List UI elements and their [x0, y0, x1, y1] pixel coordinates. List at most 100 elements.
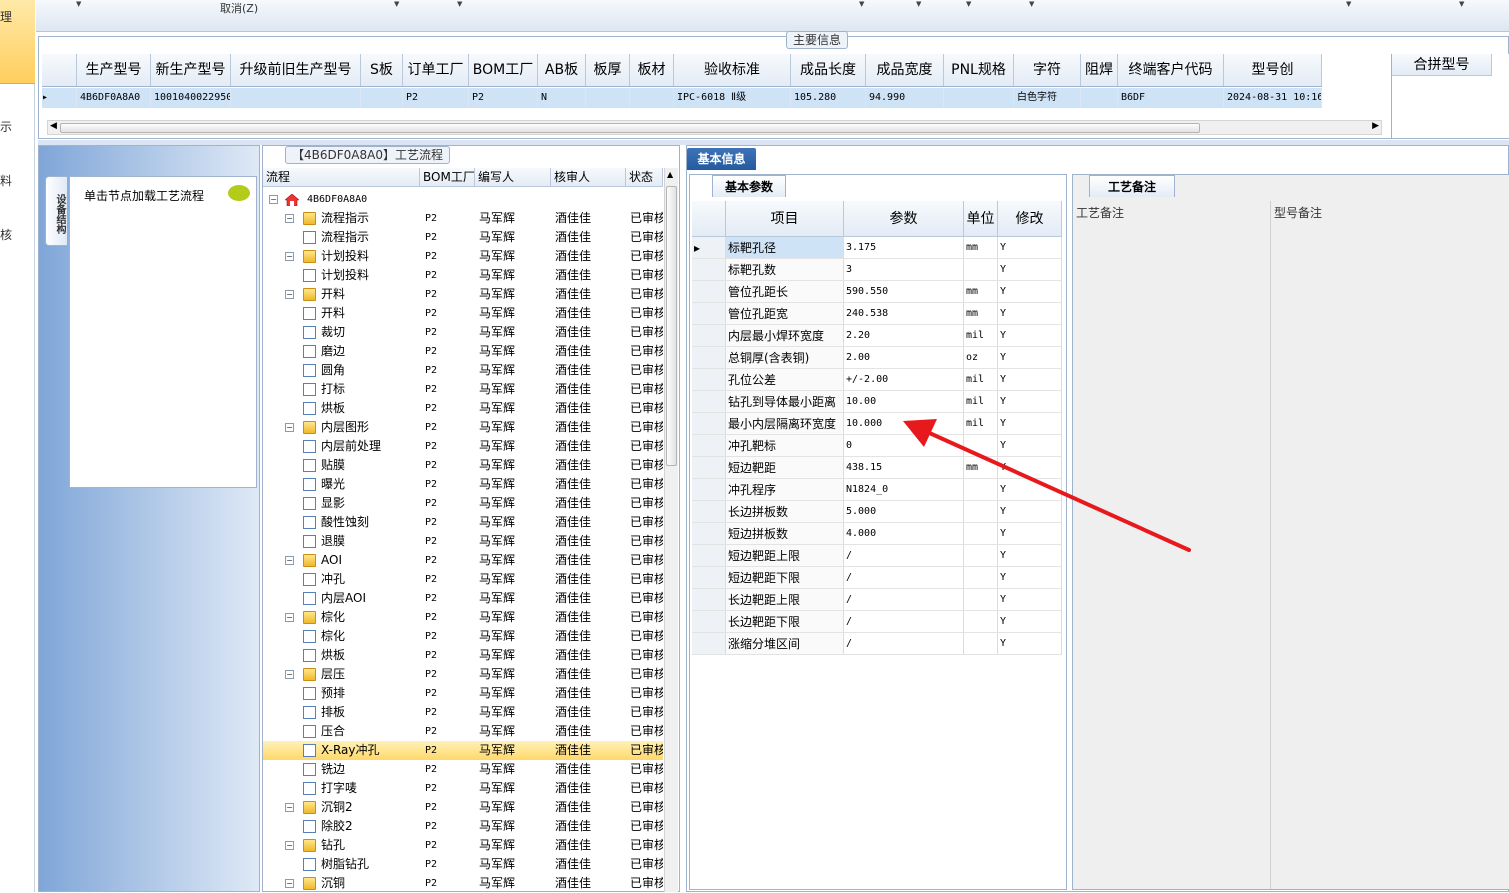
- col-modify[interactable]: 修改: [998, 201, 1062, 236]
- tree-node[interactable]: 酸性蚀刻 P2 马军辉 酒佳佳 已审核: [263, 513, 663, 532]
- param-value[interactable]: 10.000: [844, 413, 964, 434]
- param-row[interactable]: 标靶孔数 3 Y: [692, 259, 1062, 281]
- param-modify[interactable]: Y: [998, 501, 1062, 522]
- main-col-header[interactable]: 新生产型号: [151, 54, 231, 86]
- tree-node[interactable]: 打字唛 P2 马军辉 酒佳佳 已审核: [263, 779, 663, 798]
- param-value[interactable]: 240.538: [844, 303, 964, 324]
- param-row[interactable]: 短边靶距上限 / Y: [692, 545, 1062, 567]
- param-value[interactable]: /: [844, 545, 964, 566]
- param-value[interactable]: 5.000: [844, 501, 964, 522]
- param-row[interactable]: 管位孔距宽 240.538 mm Y: [692, 303, 1062, 325]
- tree-node[interactable]: 打标 P2 马军辉 酒佳佳 已审核: [263, 380, 663, 399]
- tree-node[interactable]: − 流程指示 P2 马军辉 酒佳佳 已审核: [263, 209, 663, 228]
- param-modify[interactable]: Y: [998, 391, 1062, 412]
- process-remark-field[interactable]: 工艺备注: [1073, 201, 1271, 889]
- col-bom-factory[interactable]: BOM工厂: [420, 168, 475, 186]
- param-row[interactable]: 冲孔靶标 0 Y: [692, 435, 1062, 457]
- main-col-header[interactable]: 生产型号: [77, 54, 151, 86]
- main-col-header[interactable]: 板材: [630, 54, 674, 86]
- param-modify[interactable]: Y: [998, 237, 1062, 258]
- param-row[interactable]: 涨缩分堆区间 / Y: [692, 633, 1062, 655]
- main-cell[interactable]: 105.280: [791, 88, 866, 108]
- scrollbar-thumb[interactable]: [666, 186, 677, 466]
- tree-node[interactable]: − 内层图形 P2 马军辉 酒佳佳 已审核: [263, 418, 663, 437]
- dropdown-arrow-icon[interactable]: ▼: [457, 0, 462, 8]
- tree-node[interactable]: − AOI P2 马军辉 酒佳佳 已审核: [263, 551, 663, 570]
- param-value[interactable]: 10.00: [844, 391, 964, 412]
- tab-equipment-structure[interactable]: 设备结构: [45, 176, 67, 246]
- param-row[interactable]: 长边拼板数 5.000 Y: [692, 501, 1062, 523]
- tree-node[interactable]: 开料 P2 马军辉 酒佳佳 已审核: [263, 304, 663, 323]
- tree-node[interactable]: 压合 P2 马军辉 酒佳佳 已审核: [263, 722, 663, 741]
- col-unit[interactable]: 单位: [964, 201, 998, 236]
- horizontal-scrollbar[interactable]: ◀ ▶: [47, 120, 1382, 135]
- tree-node[interactable]: 裁切 P2 马军辉 酒佳佳 已审核: [263, 323, 663, 342]
- dropdown-arrow-icon[interactable]: ▼: [1346, 0, 1351, 8]
- tree-node[interactable]: − 沉铜 P2 马军辉 酒佳佳 已审核: [263, 874, 663, 893]
- param-modify[interactable]: Y: [998, 567, 1062, 588]
- scrollbar-thumb[interactable]: [60, 123, 1200, 133]
- tree-node[interactable]: 贴膜 P2 马军辉 酒佳佳 已审核: [263, 456, 663, 475]
- main-cell[interactable]: P2: [403, 88, 469, 108]
- cancel-button[interactable]: 取消(Z): [220, 0, 258, 16]
- param-value[interactable]: /: [844, 611, 964, 632]
- tree-node[interactable]: 烘板 P2 马军辉 酒佳佳 已审核: [263, 399, 663, 418]
- main-col-header[interactable]: 型号创: [1224, 54, 1322, 86]
- collapse-icon[interactable]: −: [285, 613, 294, 622]
- param-modify[interactable]: Y: [998, 457, 1062, 478]
- tree-root[interactable]: − 4B6DF0A8A0: [263, 190, 663, 209]
- merge-model-header[interactable]: 合拼型号: [1392, 54, 1492, 76]
- dropdown-arrow-icon[interactable]: ▼: [76, 0, 81, 8]
- param-modify[interactable]: Y: [998, 281, 1062, 302]
- tree-node[interactable]: X-Ray冲孔 P2 马军辉 酒佳佳 已审核: [263, 741, 663, 760]
- param-value[interactable]: 438.15: [844, 457, 964, 478]
- tree-node[interactable]: − 开料 P2 马军辉 酒佳佳 已审核: [263, 285, 663, 304]
- main-cell[interactable]: P2: [469, 88, 538, 108]
- main-col-header[interactable]: AB板: [538, 54, 586, 86]
- dropdown-arrow-icon[interactable]: ▼: [859, 0, 864, 8]
- param-row[interactable]: 长边靶距下限 / Y: [692, 611, 1062, 633]
- param-row[interactable]: 最小内层隔离环宽度 10.000 mil Y: [692, 413, 1062, 435]
- tab-basic-info[interactable]: 基本信息: [687, 148, 756, 170]
- main-cell[interactable]: [586, 88, 630, 108]
- collapse-icon[interactable]: −: [285, 423, 294, 432]
- vertical-scrollbar[interactable]: ▲: [664, 168, 678, 892]
- param-value[interactable]: 2.20: [844, 325, 964, 346]
- tree-node[interactable]: − 棕化 P2 马军辉 酒佳佳 已审核: [263, 608, 663, 627]
- nav-label[interactable]: 示: [0, 118, 12, 135]
- tree-node[interactable]: 流程指示 P2 马军辉 酒佳佳 已审核: [263, 228, 663, 247]
- tree-node[interactable]: 铣边 P2 马军辉 酒佳佳 已审核: [263, 760, 663, 779]
- col-param[interactable]: 参数: [844, 201, 964, 236]
- param-modify[interactable]: Y: [998, 589, 1062, 610]
- col-flow[interactable]: 流程: [263, 168, 420, 186]
- scroll-right-icon[interactable]: ▶: [1372, 121, 1379, 131]
- tree-node[interactable]: − 层压 P2 马军辉 酒佳佳 已审核: [263, 665, 663, 684]
- tree-node[interactable]: 除胶2 P2 马军辉 酒佳佳 已审核: [263, 817, 663, 836]
- tree-node[interactable]: 树脂钻孔 P2 马军辉 酒佳佳 已审核: [263, 855, 663, 874]
- dropdown-arrow-icon[interactable]: ▼: [1459, 0, 1464, 8]
- param-row[interactable]: 总铜厚(含表铜) 2.00 oz Y: [692, 347, 1062, 369]
- collapse-icon[interactable]: −: [285, 214, 294, 223]
- col-status[interactable]: 状态: [626, 168, 663, 186]
- param-row[interactable]: 短边靶距下限 / Y: [692, 567, 1062, 589]
- tree-node[interactable]: 棕化 P2 马军辉 酒佳佳 已审核: [263, 627, 663, 646]
- nav-label[interactable]: 理: [0, 8, 12, 25]
- tree-node[interactable]: 预排 P2 马军辉 酒佳佳 已审核: [263, 684, 663, 703]
- main-cell[interactable]: B6DF: [1118, 88, 1224, 108]
- main-col-header[interactable]: BOM工厂: [469, 54, 538, 86]
- param-value[interactable]: 2.00: [844, 347, 964, 368]
- scroll-up-icon[interactable]: ▲: [667, 170, 673, 179]
- param-modify[interactable]: Y: [998, 259, 1062, 280]
- scroll-left-icon[interactable]: ◀: [50, 121, 57, 131]
- param-modify[interactable]: Y: [998, 523, 1062, 544]
- col-author[interactable]: 编写人: [475, 168, 551, 186]
- main-col-header[interactable]: 字符: [1014, 54, 1081, 86]
- main-cell[interactable]: [944, 88, 1014, 108]
- nav-label[interactable]: 料: [0, 172, 12, 189]
- tree-node[interactable]: 圆角 P2 马军辉 酒佳佳 已审核: [263, 361, 663, 380]
- param-value[interactable]: 590.550: [844, 281, 964, 302]
- param-value[interactable]: +/-2.00: [844, 369, 964, 390]
- main-col-header[interactable]: 终端客户代码: [1118, 54, 1224, 86]
- param-value[interactable]: /: [844, 567, 964, 588]
- param-value[interactable]: /: [844, 633, 964, 654]
